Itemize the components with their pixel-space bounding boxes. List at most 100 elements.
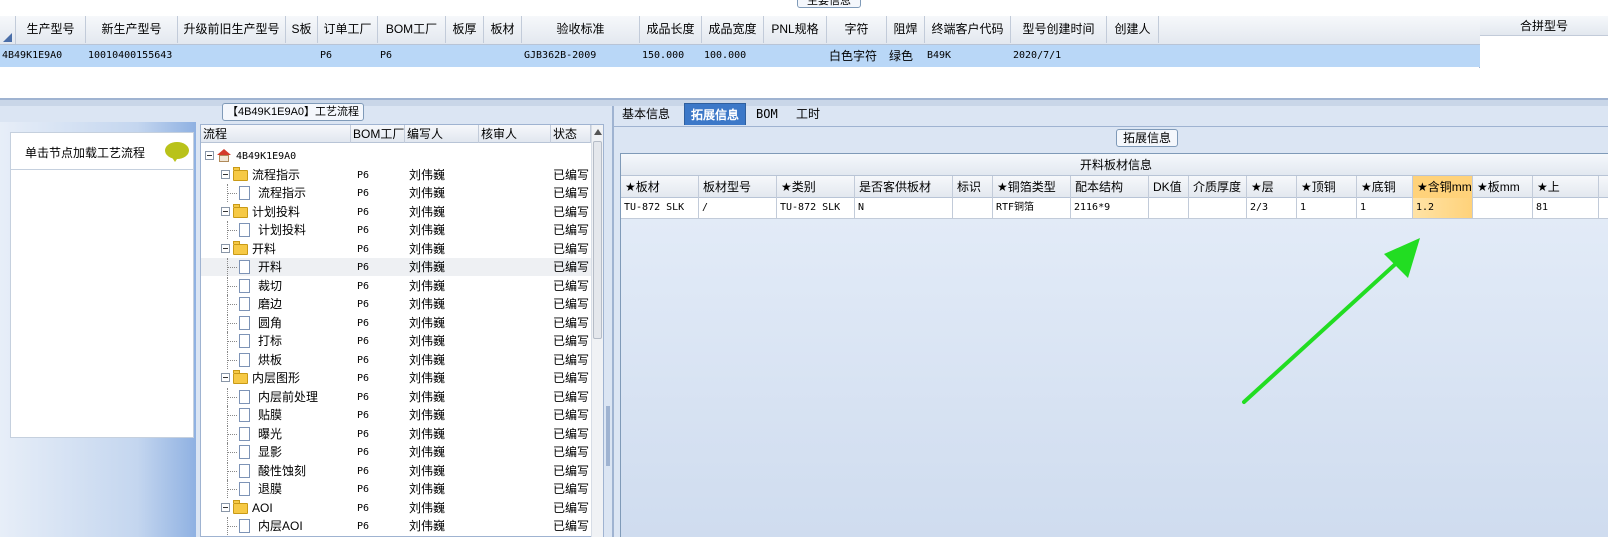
material-col-header[interactable]: 标识 bbox=[953, 176, 993, 198]
tree-row[interactable]: 4B49K1E9A0 bbox=[201, 147, 591, 165]
main-col-header[interactable]: 字符 bbox=[827, 16, 887, 43]
material-col-header[interactable]: 配本结构 bbox=[1071, 176, 1149, 198]
main-col-header[interactable]: 型号创建时间 bbox=[1011, 16, 1107, 43]
main-col-header[interactable]: 板厚 bbox=[446, 16, 484, 43]
material-cell[interactable] bbox=[1189, 198, 1247, 218]
tree-row[interactable]: 计划投料 P6 刘伟巍 已编写 bbox=[201, 203, 591, 221]
tab-3[interactable]: 工时 bbox=[790, 103, 826, 125]
tree-status: 已编写 bbox=[553, 519, 590, 533]
main-col-header[interactable]: 验收标准 bbox=[522, 16, 640, 43]
tab-2[interactable]: BOM bbox=[750, 103, 784, 125]
main-col-header[interactable]: 阻焊 bbox=[887, 16, 925, 43]
material-col-header[interactable]: ★上 bbox=[1533, 176, 1599, 198]
material-col-header[interactable]: ★铜箔类型 bbox=[993, 176, 1071, 198]
tree-col-header[interactable]: 流程 bbox=[201, 125, 351, 143]
scroll-up-icon[interactable] bbox=[594, 129, 602, 135]
material-col-header[interactable]: 板材型号 bbox=[699, 176, 777, 198]
tree-col-header[interactable]: 核审人 bbox=[479, 125, 551, 143]
material-cell[interactable]: 1 bbox=[1357, 198, 1413, 218]
material-cell[interactable]: TU-872 SLK bbox=[777, 198, 855, 218]
expand-minus-icon[interactable] bbox=[221, 169, 230, 179]
tree-writer: 刘伟巍 bbox=[409, 389, 446, 404]
main-col-header[interactable]: 生产型号 bbox=[16, 16, 86, 43]
expand-minus-icon[interactable] bbox=[205, 151, 214, 160]
table-row[interactable]: TU-872 SLK / TU-872 SLK N RTF铜箔 2116*9 2/3 1 1 1.… bbox=[621, 198, 1608, 219]
material-cell[interactable] bbox=[1473, 198, 1533, 218]
tree-row[interactable]: 内层前处理 P6 刘伟巍 已编写 bbox=[201, 387, 591, 406]
main-cell: 白色字符 bbox=[829, 49, 878, 63]
main-col-header[interactable]: 新生产型号 bbox=[86, 16, 178, 43]
tab-1[interactable]: 拓展信息 bbox=[684, 103, 747, 125]
main-col-header[interactable]: 升级前旧生产型号 bbox=[178, 16, 286, 43]
material-cell[interactable]: RTF铜箔 bbox=[993, 198, 1071, 218]
tree-col-header[interactable]: BOM工厂 bbox=[351, 125, 405, 143]
tree-row[interactable]: 流程指示 P6 刘伟巍 已编写 bbox=[201, 166, 591, 184]
material-col-header[interactable]: 介质厚度 bbox=[1189, 176, 1247, 198]
tree-row[interactable]: 流程指示 P6 刘伟巍 已编写 bbox=[201, 184, 591, 202]
doc-icon bbox=[239, 389, 250, 404]
doc-icon bbox=[239, 186, 250, 200]
expand-minus-icon[interactable] bbox=[221, 206, 230, 216]
tab-0[interactable]: 基本信息 bbox=[616, 103, 676, 125]
tree-row[interactable]: 圆角 P6 刘伟巍 已编写 bbox=[201, 313, 591, 332]
main-info-data-row[interactable]: 4B49K1E9A0 10010400155643 P6 P6 GJB362B-2009… bbox=[0, 45, 1480, 67]
main-col-header[interactable]: 创建人 bbox=[1107, 16, 1159, 43]
main-col-header[interactable]: S板 bbox=[286, 16, 318, 43]
material-cell[interactable] bbox=[1149, 198, 1189, 218]
main-col-header[interactable]: 终端客户代码 bbox=[925, 16, 1011, 43]
material-cell[interactable]: 1.2 bbox=[1413, 198, 1473, 218]
tree-node-label: 流程指示 bbox=[258, 186, 307, 200]
main-col-header[interactable]: PNL规格 bbox=[764, 16, 827, 43]
tree-row[interactable]: 计划投料 P6 刘伟巍 已编写 bbox=[201, 221, 591, 239]
material-col-header[interactable]: ★板材 bbox=[621, 176, 699, 198]
main-col-header[interactable]: 订单工厂 bbox=[318, 16, 378, 43]
vertical-splitter-handle[interactable] bbox=[606, 406, 610, 466]
tree-row[interactable]: 退膜 P6 刘伟巍 已编写 bbox=[201, 480, 591, 498]
main-col-header[interactable]: 成品宽度 bbox=[702, 16, 764, 43]
material-col-header[interactable]: ★底铜 bbox=[1357, 176, 1413, 198]
material-cell[interactable]: 2/3 bbox=[1247, 198, 1297, 218]
tree-row[interactable]: 内层AOI P6 刘伟巍 已编写 bbox=[201, 517, 591, 535]
material-cell[interactable]: 81 bbox=[1533, 198, 1599, 218]
material-col-header[interactable]: ★板mm bbox=[1473, 176, 1533, 198]
tree-writer: 刘伟巍 bbox=[409, 186, 446, 200]
tree-row[interactable]: 酸性蚀刻 P6 刘伟巍 已编写 bbox=[201, 461, 591, 480]
material-cell[interactable]: 1 bbox=[1297, 198, 1357, 218]
material-col-header[interactable]: ★含铜mm bbox=[1413, 176, 1473, 198]
tree-col-header[interactable]: 状态 bbox=[551, 125, 591, 143]
material-col-header[interactable]: ★顶铜 bbox=[1297, 176, 1357, 198]
tree-node-label: 内层前处理 bbox=[258, 389, 319, 404]
material-col-header[interactable]: DK值 bbox=[1149, 176, 1189, 198]
tree-row[interactable]: 显影 P6 刘伟巍 已编写 bbox=[201, 443, 591, 461]
expand-minus-icon[interactable] bbox=[221, 373, 230, 382]
material-col-header[interactable]: 是否客供板材 bbox=[855, 176, 953, 198]
hint-text[interactable]: 单击节点加载工艺流程 bbox=[25, 144, 145, 161]
tree-row[interactable]: 开料 P6 刘伟巍 已编写 bbox=[201, 240, 591, 258]
tree-factory: P6 bbox=[357, 243, 370, 255]
tree-row[interactable]: 打标 P6 刘伟巍 已编写 bbox=[201, 332, 591, 350]
material-col-header[interactable]: ★类别 bbox=[777, 176, 855, 198]
main-col-header[interactable]: 成品长度 bbox=[640, 16, 702, 43]
tree-scrollbar[interactable] bbox=[591, 125, 603, 537]
tree-row[interactable]: AOI P6 刘伟巍 已编写 bbox=[201, 499, 591, 517]
tree-row[interactable]: 烘板 P6 刘伟巍 已编写 bbox=[201, 350, 591, 369]
expand-minus-icon[interactable] bbox=[221, 243, 230, 253]
tree-row[interactable]: 曝光 P6 刘伟巍 已编写 bbox=[201, 424, 591, 443]
tree-row[interactable]: 内层图形 P6 刘伟巍 已编写 bbox=[201, 369, 591, 387]
material-col-header[interactable]: ★层 bbox=[1247, 176, 1297, 198]
tree-row[interactable]: 裁切 P6 刘伟巍 已编写 bbox=[201, 276, 591, 295]
main-col-header[interactable]: 板材 bbox=[484, 16, 522, 43]
material-cell[interactable] bbox=[953, 198, 993, 218]
expand-minus-icon[interactable] bbox=[221, 502, 230, 512]
material-cell[interactable]: TU-872 SLK bbox=[621, 198, 699, 218]
doc-icon bbox=[239, 223, 250, 237]
tree-row[interactable]: 磨边 P6 刘伟巍 已编写 bbox=[201, 295, 591, 313]
material-cell[interactable]: 2116*9 bbox=[1071, 198, 1149, 218]
main-col-header[interactable]: BOM工厂 bbox=[378, 16, 446, 43]
tree-col-header[interactable]: 编写人 bbox=[405, 125, 479, 143]
tree-row[interactable]: 贴膜 P6 刘伟巍 已编写 bbox=[201, 406, 591, 424]
tree-row[interactable]: 开料 P6 刘伟巍 已编写 bbox=[201, 258, 591, 276]
scroll-thumb[interactable] bbox=[593, 141, 602, 339]
material-cell[interactable]: / bbox=[699, 198, 777, 218]
material-cell[interactable]: N bbox=[855, 198, 953, 218]
